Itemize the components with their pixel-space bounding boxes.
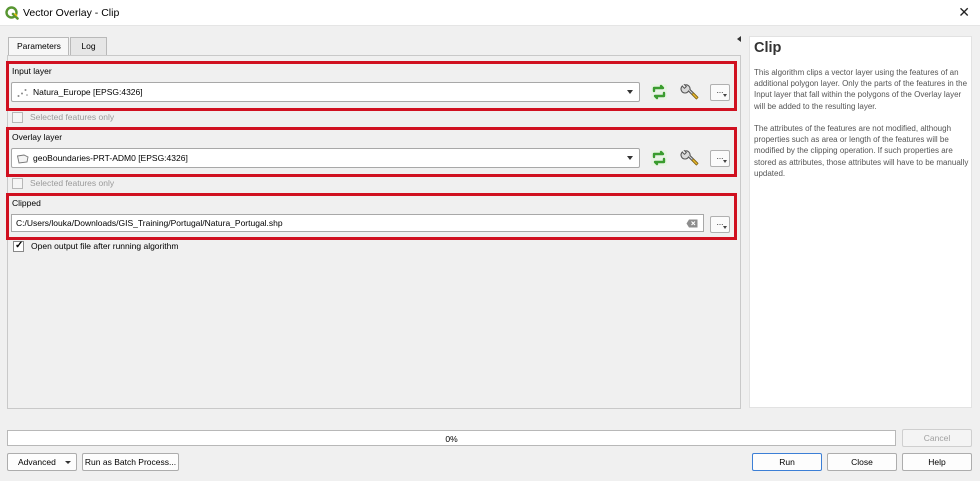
tab-log[interactable]: Log (70, 37, 107, 55)
title-bar: Vector Overlay - Clip ✕ (0, 0, 980, 26)
qgis-logo-icon (5, 6, 19, 20)
close-window-icon[interactable]: ✕ (958, 4, 970, 21)
open-output-checkbox[interactable]: ✓ (13, 240, 24, 252)
tab-parameters[interactable]: Parameters (8, 37, 69, 56)
help-button[interactable]: Help (902, 453, 972, 471)
point-layer-icon (17, 89, 28, 97)
close-button[interactable]: Close (827, 453, 897, 471)
browse-output-button[interactable]: ... (710, 216, 730, 233)
cancel-label: Cancel (923, 433, 951, 443)
clear-field-icon[interactable] (686, 219, 698, 228)
close-label: Close (851, 457, 873, 467)
run-label: Run (779, 457, 795, 467)
open-output-row[interactable]: ✓ Open output file after running algorit… (13, 240, 263, 253)
help-paragraph: This algorithm clips a vector layer usin… (754, 68, 968, 111)
advanced-options-button[interactable]: ... (710, 84, 730, 101)
collapse-help-icon[interactable] (737, 36, 741, 42)
overlay-selected-only-checkbox[interactable] (12, 178, 23, 189)
input-selected-only-checkbox[interactable] (12, 112, 23, 123)
input-layer-combo[interactable]: Natura_Europe [EPSG:4326] (11, 82, 640, 102)
caret-down-icon (723, 160, 727, 163)
checkmark-icon: ✓ (15, 240, 24, 251)
batch-process-button[interactable]: Run as Batch Process... (82, 453, 179, 471)
wrench-icon[interactable] (680, 82, 700, 102)
overlay-layer-combo[interactable]: geoBoundaries-PRT-ADM0 [EPSG:4326] (11, 148, 640, 168)
caret-down-icon (723, 226, 727, 229)
chevron-down-icon (627, 156, 633, 160)
iterate-features-icon[interactable] (650, 83, 668, 101)
run-button[interactable]: Run (752, 453, 822, 471)
progress-text: 0% (445, 434, 458, 444)
clipped-output-field[interactable]: C:/Users/louka/Downloads/GIS_Training/Po… (11, 214, 704, 232)
input-selected-only-row[interactable]: Selected features only (12, 112, 212, 124)
chevron-down-icon (627, 90, 633, 94)
input-layer-label: Input layer (12, 66, 52, 76)
window-title: Vector Overlay - Clip (23, 7, 120, 19)
batch-label: Run as Batch Process... (84, 457, 177, 467)
advanced-label: Advanced (18, 457, 56, 467)
clipped-output-path: C:/Users/louka/Downloads/GIS_Training/Po… (16, 218, 283, 228)
help-paragraph: The attributes of the features are not m… (754, 124, 969, 178)
advanced-options-button[interactable]: ... (710, 150, 730, 167)
help-panel: Clip This algorithm clips a vector layer… (749, 36, 972, 408)
chevron-down-icon (65, 461, 71, 464)
input-selected-only-label: Selected features only (30, 112, 115, 122)
overlay-selected-only-row[interactable]: Selected features only (12, 178, 212, 190)
parameters-panel (7, 55, 741, 409)
open-output-label: Open output file after running algorithm (31, 241, 179, 251)
clipped-label: Clipped (12, 198, 41, 208)
overlay-layer-label: Overlay layer (12, 132, 63, 142)
caret-down-icon (723, 94, 727, 97)
input-layer-value: Natura_Europe [EPSG:4326] (33, 87, 143, 97)
tab-log-label: Log (81, 41, 96, 51)
polygon-layer-icon (16, 154, 29, 164)
help-label: Help (928, 457, 946, 467)
advanced-button[interactable]: Advanced (7, 453, 77, 471)
wrench-icon[interactable] (680, 148, 700, 168)
tab-parameters-label: Parameters (17, 41, 61, 51)
iterate-features-icon[interactable] (650, 149, 668, 167)
cancel-button[interactable]: Cancel (902, 429, 972, 447)
overlay-selected-only-label: Selected features only (30, 178, 115, 188)
overlay-layer-value: geoBoundaries-PRT-ADM0 [EPSG:4326] (33, 153, 188, 163)
help-title: Clip (754, 40, 782, 56)
progress-bar: 0% (7, 430, 896, 446)
